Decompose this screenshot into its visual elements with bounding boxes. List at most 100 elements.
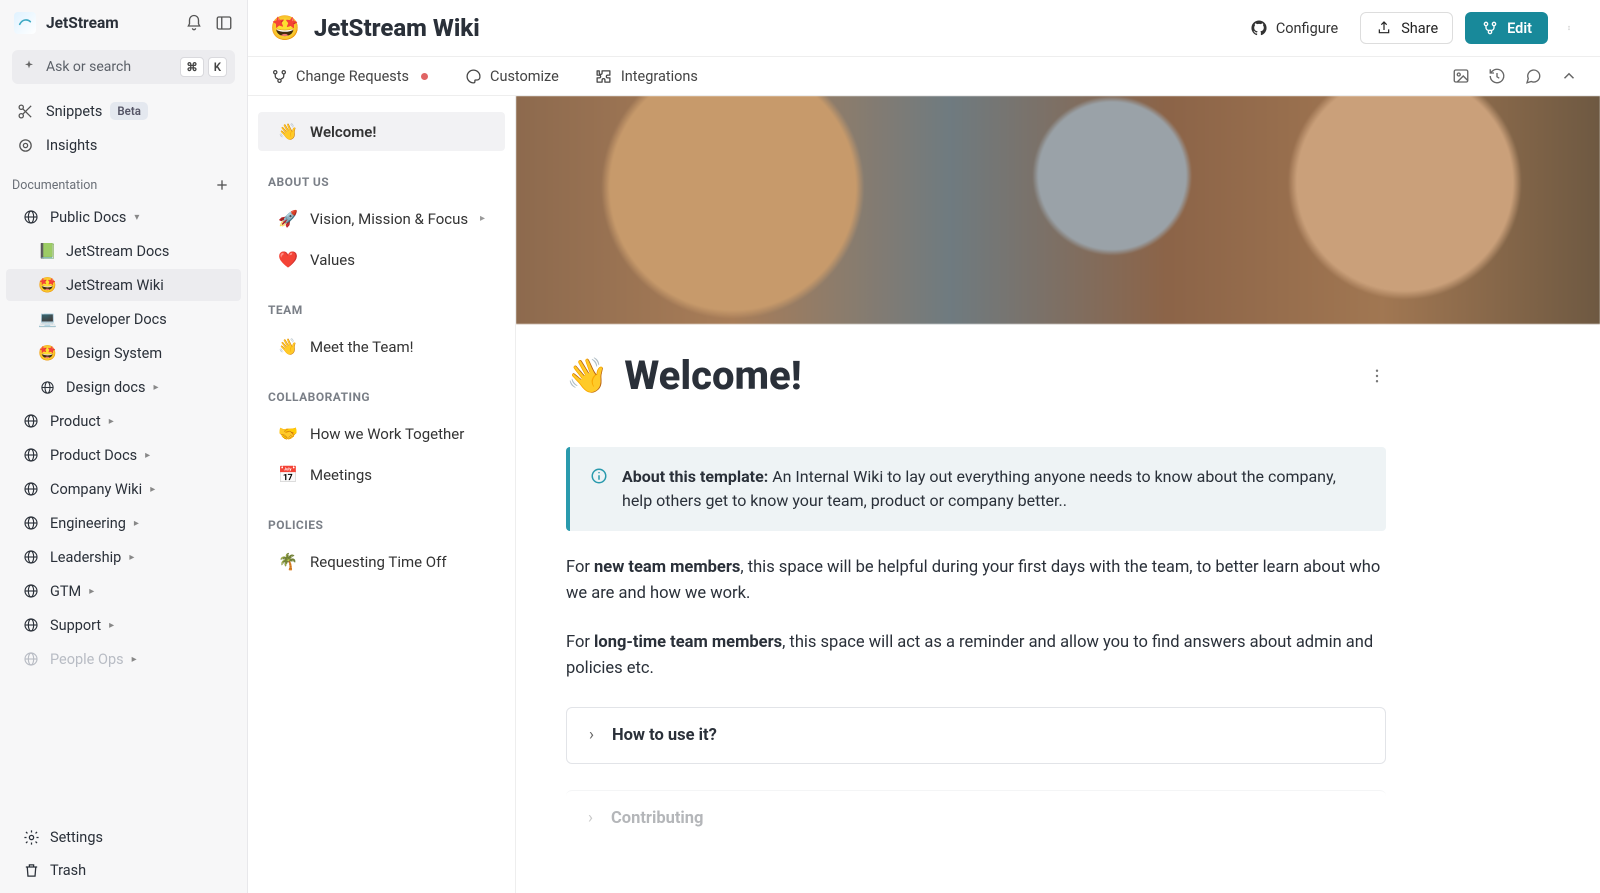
chevron-right-icon: ▸ [109, 620, 114, 631]
chevron-right-icon: › [588, 809, 593, 828]
tree-space[interactable]: 📗JetStream Docs [6, 235, 241, 267]
sidebar-item-trash[interactable]: Trash [6, 854, 241, 886]
wave-icon: 👋 [278, 337, 300, 356]
info-callout: About this template: An Internal Wiki to… [566, 447, 1386, 531]
main: 🤩 JetStream Wiki Configure Share Edit Ch… [248, 0, 1600, 893]
kbd-cmd: ⌘ [180, 57, 204, 77]
search-input[interactable]: Ask or search ⌘ K [12, 50, 235, 84]
page-title-row: 👋 Welcome! [566, 352, 1386, 399]
tab-change-requests[interactable]: Change Requests [270, 67, 428, 85]
sparkle-icon [20, 58, 38, 76]
palette-icon [464, 67, 482, 85]
sidebar-item-label: Snippets [46, 103, 102, 120]
chevron-right-icon: ▸ [134, 518, 139, 529]
branch-icon [1481, 19, 1499, 37]
wave-icon: 👋 [278, 122, 300, 141]
sidebar-item-label: Insights [46, 137, 97, 154]
tree-group[interactable]: Leadership▸ [6, 541, 241, 573]
page-emoji: 👋 [566, 356, 608, 396]
gear-icon [22, 828, 40, 846]
target-icon [16, 136, 34, 154]
chevron-right-icon: ▸ [109, 416, 114, 427]
chevron-right-icon: ▸ [145, 450, 150, 461]
tree-group[interactable]: Engineering▸ [6, 507, 241, 539]
docs-section-header: Documentation [0, 162, 247, 200]
tree-public-docs[interactable]: Public Docs ▾ [6, 201, 241, 233]
tree-space[interactable]: 💻Developer Docs [6, 303, 241, 335]
info-icon [590, 467, 608, 485]
tree-space[interactable]: Design docs▸ [6, 371, 241, 403]
workspace-logo [14, 12, 36, 34]
page-nav-item[interactable]: 🤝How we Work Together [258, 414, 505, 453]
tree-group[interactable]: Support▸ [6, 609, 241, 641]
panel-icon[interactable] [215, 14, 233, 32]
tree-space[interactable]: 🤩JetStream Wiki [6, 269, 241, 301]
plus-icon[interactable] [213, 176, 231, 194]
content-area: 👋Welcome! ABOUT US 🚀Vision, Mission & Fo… [248, 96, 1600, 893]
expander-how-to-use[interactable]: › How to use it? [566, 707, 1386, 764]
sidebar-item-snippets[interactable]: Snippets Beta [0, 94, 247, 128]
chevron-down-icon: ▾ [134, 212, 139, 223]
chevron-right-icon: › [589, 726, 594, 745]
page-nav-section: POLICIES [248, 496, 515, 540]
sidebar-item-insights[interactable]: Insights [0, 128, 247, 162]
calendar-icon: 📅 [278, 465, 300, 484]
more-icon[interactable] [1560, 19, 1578, 37]
page-nav-item[interactable]: 👋Welcome! [258, 112, 505, 151]
page-nav-item[interactable]: 📅Meetings [258, 455, 505, 494]
workspace-switcher[interactable]: JetStream [0, 0, 247, 44]
globe-icon [22, 616, 40, 634]
globe-icon [22, 208, 40, 226]
bell-icon[interactable] [185, 14, 203, 32]
configure-button[interactable]: Configure [1240, 13, 1348, 43]
scissors-icon [16, 102, 34, 120]
expander-contributing[interactable]: › Contributing [566, 790, 1386, 846]
image-icon[interactable] [1452, 67, 1470, 85]
share-button[interactable]: Share [1360, 12, 1453, 44]
handshake-icon: 🤝 [278, 424, 300, 443]
globe-icon [22, 582, 40, 600]
globe-icon [22, 412, 40, 430]
globe-icon [22, 446, 40, 464]
page-nav-item[interactable]: 🌴Requesting Time Off [258, 542, 505, 581]
page-nav-item[interactable]: ❤️Values [258, 240, 505, 279]
globe-icon [22, 650, 40, 668]
github-icon [1250, 19, 1268, 37]
workspace-name: JetStream [46, 14, 185, 32]
space-emoji: 🤩 [270, 14, 300, 42]
palm-icon: 🌴 [278, 552, 300, 571]
sub-header: Change Requests Customize Integrations [248, 57, 1600, 96]
callout-text: About this template: An Internal Wiki to… [622, 465, 1366, 513]
chevron-right-icon: ▸ [129, 552, 134, 563]
globe-icon [22, 548, 40, 566]
page-title: Welcome! [624, 352, 1368, 399]
tree-space[interactable]: 🤩Design System [6, 337, 241, 369]
edit-button[interactable]: Edit [1465, 12, 1548, 44]
tree-group[interactable]: Company Wiki▸ [6, 473, 241, 505]
chevron-right-icon: ▸ [153, 382, 158, 393]
page: 👋 Welcome! About this template: An Inter… [516, 96, 1600, 893]
tab-integrations[interactable]: Integrations [595, 67, 698, 85]
sidebar-item-settings[interactable]: Settings [6, 821, 241, 853]
globe-icon [38, 378, 56, 396]
tree-group[interactable]: People Ops▸ [6, 643, 241, 675]
history-icon[interactable] [1488, 67, 1506, 85]
share-icon [1375, 19, 1393, 37]
tree-group[interactable]: Product Docs▸ [6, 439, 241, 471]
more-icon[interactable] [1368, 367, 1386, 385]
tree-group[interactable]: Product▸ [6, 405, 241, 437]
paragraph: For long-time team members, this space w… [566, 630, 1386, 681]
book-icon: 📗 [38, 242, 56, 260]
page-nav-item[interactable]: 🚀Vision, Mission & Focus▸ [258, 199, 505, 238]
rocket-icon: 🚀 [278, 209, 300, 228]
page-nav-item[interactable]: 👋Meet the Team! [258, 327, 505, 366]
branch-icon [270, 67, 288, 85]
chevron-right-icon: ▸ [89, 586, 94, 597]
chevron-right-icon: ▸ [150, 484, 155, 495]
comment-icon[interactable] [1524, 67, 1542, 85]
page-nav-section: COLLABORATING [248, 368, 515, 412]
tree-group[interactable]: GTM▸ [6, 575, 241, 607]
trash-icon [22, 861, 40, 879]
tab-customize[interactable]: Customize [464, 67, 559, 85]
chevron-up-icon[interactable] [1560, 67, 1578, 85]
